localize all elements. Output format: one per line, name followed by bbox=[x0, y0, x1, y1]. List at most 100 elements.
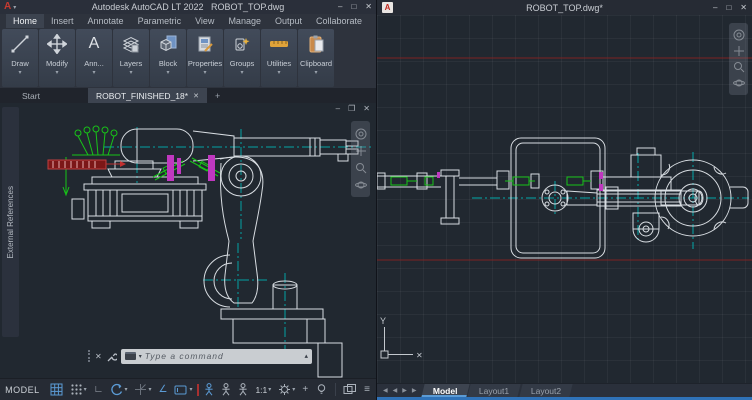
chevron-down-icon[interactable]: ▾ bbox=[18, 68, 21, 78]
annotation-scale-button[interactable]: 1:1 ▾ bbox=[253, 384, 273, 396]
annotation-person-icon bbox=[221, 383, 231, 396]
annotation-scale-sync-toggle[interactable] bbox=[236, 382, 250, 397]
ribbon-tab-view[interactable]: View bbox=[188, 14, 221, 28]
dynamic-input-toggle[interactable]: ▾ bbox=[172, 382, 194, 397]
zoom-icon[interactable] bbox=[355, 162, 367, 174]
panel-annotation[interactable]: A Ann... ▾ bbox=[76, 29, 112, 87]
panel-layers[interactable]: Layers ▾ bbox=[113, 29, 149, 87]
dynamic-input-icon bbox=[174, 383, 188, 396]
command-drag-handle[interactable] bbox=[88, 350, 91, 362]
layers-icon bbox=[121, 29, 141, 59]
steering-wheel-icon[interactable] bbox=[355, 128, 367, 140]
maximize-button[interactable]: □ bbox=[351, 3, 356, 11]
doc-close-button[interactable]: ✕ bbox=[363, 105, 370, 113]
command-prompt-icon bbox=[125, 352, 136, 360]
screen: A ▾ Autodesk AutoCAD LT 2022 ROBOT_TOP.d… bbox=[0, 0, 752, 400]
ribbon-tab-insert[interactable]: Insert bbox=[44, 14, 81, 28]
steering-wheel-icon[interactable] bbox=[733, 29, 745, 41]
pan-icon[interactable] bbox=[355, 145, 367, 157]
workspace-switching-button[interactable]: ▾ bbox=[276, 382, 297, 397]
autocad-file-logo-icon: A bbox=[382, 2, 393, 13]
panel-draw[interactable]: Draw ▾ bbox=[2, 29, 38, 87]
panel-utilities[interactable]: Utilities ▾ bbox=[261, 29, 297, 87]
external-references-palette-tab[interactable]: External References bbox=[2, 107, 19, 337]
panel-block[interactable]: Block ▾ bbox=[150, 29, 186, 87]
customize-wrench-icon[interactable] bbox=[106, 351, 117, 362]
annotation-visibility-toggle[interactable] bbox=[202, 382, 216, 397]
layout-tab-model[interactable]: Model bbox=[421, 384, 469, 397]
orbit-icon[interactable] bbox=[355, 179, 367, 191]
ribbon-tab-annotate[interactable]: Annotate bbox=[81, 14, 131, 28]
annotation-autoscale-toggle[interactable] bbox=[219, 382, 233, 397]
zoom-icon[interactable] bbox=[733, 61, 745, 73]
chevron-down-icon[interactable]: ▾ bbox=[92, 68, 95, 78]
minimize-button[interactable]: – bbox=[713, 4, 717, 12]
orbit-icon[interactable] bbox=[733, 77, 745, 89]
chevron-down-icon: ▾ bbox=[268, 386, 271, 393]
snap-mode-toggle[interactable]: ▾ bbox=[68, 382, 89, 397]
ucs-icon[interactable]: Y ✕ bbox=[380, 316, 423, 360]
tray-plus-button[interactable]: + bbox=[300, 383, 310, 397]
model-canvas-top-view[interactable]: Y ✕ bbox=[377, 15, 752, 383]
text-a-icon: A bbox=[89, 29, 100, 59]
side-view-drawing bbox=[20, 103, 376, 378]
autocad-logo-icon[interactable]: A bbox=[4, 2, 11, 12]
chevron-down-icon[interactable]: ▾ bbox=[139, 353, 142, 360]
chevron-down-icon[interactable]: ▾ bbox=[55, 68, 58, 78]
main-titlebar[interactable]: A ▾ Autodesk AutoCAD LT 2022 ROBOT_TOP.d… bbox=[0, 0, 376, 14]
ribbon-tab-home[interactable]: Home bbox=[6, 14, 44, 28]
model-space-button[interactable]: MODEL bbox=[0, 385, 45, 395]
minimize-button[interactable]: – bbox=[338, 3, 342, 11]
next-tab-button[interactable]: ▶ bbox=[402, 387, 407, 394]
move-arrows-icon bbox=[47, 29, 67, 59]
chevron-down-icon[interactable]: ▾ bbox=[314, 68, 317, 78]
right-titlebar[interactable]: A ROBOT_TOP.dwg* – □ ✕ bbox=[377, 0, 752, 15]
isolate-objects-button[interactable] bbox=[313, 382, 330, 397]
customization-menu-button[interactable]: ≡ bbox=[362, 383, 372, 397]
new-tab-button[interactable]: + bbox=[215, 88, 220, 103]
doc-minimize-button[interactable]: – bbox=[336, 105, 340, 113]
file-tab-active-doc[interactable]: ROBOT_FINISHED_18* ✕ bbox=[88, 88, 207, 103]
ucs-y-label: Y bbox=[380, 316, 386, 326]
isolate-icon bbox=[315, 383, 328, 396]
quick-access-caret-icon[interactable]: ▾ bbox=[13, 4, 16, 11]
chevron-down-icon[interactable]: ▾ bbox=[240, 68, 243, 78]
layout-tab-layout2[interactable]: Layout2 bbox=[520, 384, 573, 397]
chevron-down-icon[interactable]: ▾ bbox=[129, 68, 132, 78]
maximize-button[interactable]: □ bbox=[726, 4, 731, 12]
chevron-down-icon[interactable]: ▾ bbox=[166, 68, 169, 78]
first-tab-button[interactable]: ◀ bbox=[383, 387, 388, 394]
prev-tab-button[interactable]: ◀ bbox=[393, 387, 398, 394]
close-button[interactable]: ✕ bbox=[365, 3, 372, 11]
chevron-down-icon[interactable]: ▾ bbox=[203, 68, 206, 78]
command-input[interactable]: ▾ Type a command ▴ bbox=[121, 349, 312, 364]
ribbon-tab-manage[interactable]: Manage bbox=[221, 14, 268, 28]
object-snap-tracking-toggle[interactable]: ▾ bbox=[132, 382, 153, 397]
layout-tab-layout1[interactable]: Layout1 bbox=[467, 384, 520, 397]
close-button[interactable]: ✕ bbox=[740, 4, 747, 12]
panel-groups[interactable]: Groups ▾ bbox=[224, 29, 260, 87]
navigation-bar[interactable] bbox=[729, 23, 748, 95]
command-close-icon[interactable]: ✕ bbox=[95, 352, 102, 361]
grid-display-toggle[interactable] bbox=[48, 382, 65, 397]
tab-close-icon[interactable]: ✕ bbox=[193, 92, 199, 100]
ribbon-tab-output[interactable]: Output bbox=[268, 14, 309, 28]
command-history-icon[interactable]: ▴ bbox=[304, 352, 308, 360]
ribbon-tab-parametric[interactable]: Parametric bbox=[131, 14, 189, 28]
panel-modify[interactable]: Modify ▾ bbox=[39, 29, 75, 87]
panel-clipboard[interactable]: Clipboard ▾ bbox=[298, 29, 334, 87]
ortho-mode-toggle[interactable]: ∟ bbox=[92, 383, 106, 397]
ribbon-tab-collaborate[interactable]: Collaborate bbox=[309, 14, 369, 28]
snap-dots-icon bbox=[70, 383, 83, 396]
last-tab-button[interactable]: ▶ bbox=[412, 387, 417, 394]
pan-icon[interactable] bbox=[733, 45, 745, 57]
chevron-down-icon[interactable]: ▾ bbox=[277, 68, 280, 78]
navigation-bar[interactable] bbox=[351, 121, 370, 197]
object-snap-toggle[interactable]: ∠ bbox=[156, 383, 169, 397]
panel-properties[interactable]: Properties ▾ bbox=[187, 29, 223, 87]
model-canvas-front-view[interactable]: – ❐ ✕ External References bbox=[0, 103, 376, 378]
clean-screen-button[interactable] bbox=[341, 382, 359, 397]
polar-tracking-toggle[interactable]: ▾ bbox=[108, 382, 129, 397]
doc-restore-button[interactable]: ❐ bbox=[348, 105, 355, 113]
file-tab-start[interactable]: Start bbox=[14, 88, 48, 103]
